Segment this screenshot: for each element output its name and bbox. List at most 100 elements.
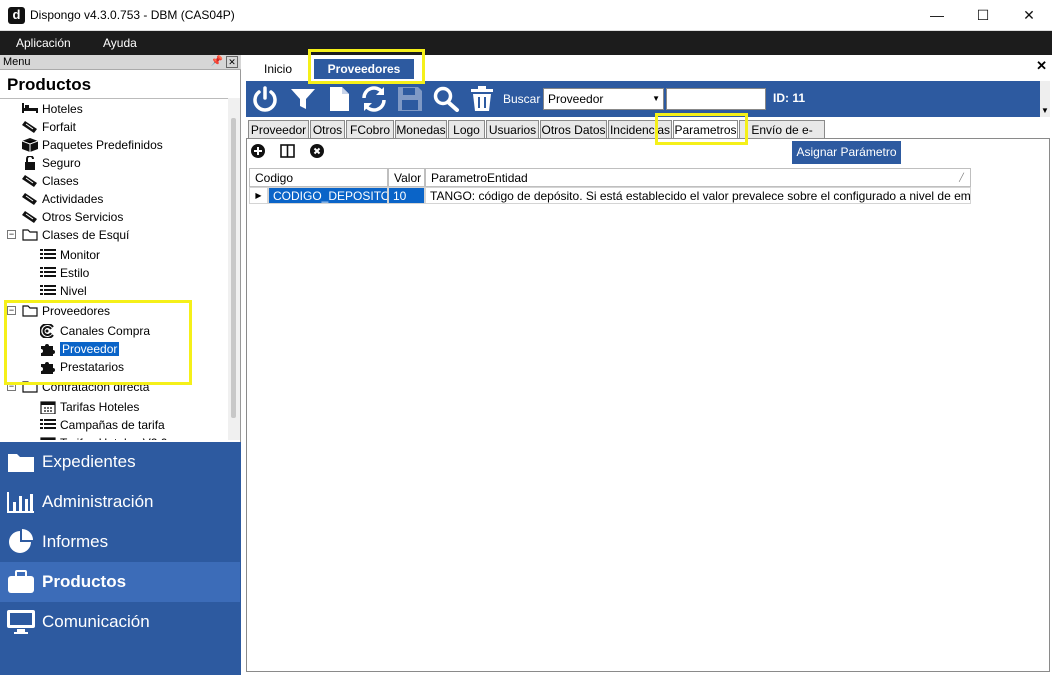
highlight-proveedores-tab [308, 49, 425, 84]
tree-item-label: Seguro [42, 156, 81, 170]
subtab-proveedor[interactable]: Proveedor [248, 120, 309, 139]
menu-ayuda[interactable]: Ayuda [103, 36, 137, 50]
calendar-icon [40, 400, 56, 415]
menubar: Aplicación Ayuda [0, 31, 1052, 55]
tree-item-label: Paquetes Predefinidos [42, 138, 163, 152]
nav-label: Productos [42, 572, 127, 591]
tree-item-campañas-de-tarifa[interactable]: Campañas de tarifa [40, 416, 165, 434]
lock-icon [22, 155, 38, 170]
delete-icon[interactable] [468, 86, 496, 112]
subtab-otros-datos[interactable]: Otros Datos [540, 120, 607, 139]
tree-item-nivel[interactable]: Nivel [40, 282, 87, 300]
tree-item-otros-servicios[interactable]: Otros Servicios [22, 208, 123, 226]
subtab-monedas[interactable]: Monedas [395, 120, 447, 139]
cell-codigo[interactable]: CODIGO_DEPOSITO [268, 187, 388, 204]
tree-item-estilo[interactable]: Estilo [40, 264, 89, 282]
tree-item-seguro[interactable]: Seguro [22, 154, 81, 172]
subtab-logo[interactable]: Logo [448, 120, 485, 139]
refresh-icon[interactable] [360, 86, 388, 112]
power-icon[interactable] [251, 86, 279, 112]
list-icon [40, 266, 56, 280]
tree-item-label: Actividades [42, 192, 104, 206]
module-nav: Expedientes Administración Informes Prod… [0, 442, 241, 675]
new-document-icon[interactable] [325, 86, 353, 112]
collapse-icon[interactable]: − [7, 230, 16, 239]
nav-label: Comunicación [42, 612, 150, 631]
window-title: Dispongo v4.3.0.753 - DBM (CAS04P) [30, 8, 235, 22]
bed-icon [22, 102, 38, 116]
row-indicator-icon[interactable]: ▶ [249, 187, 268, 204]
subtab-fcobro[interactable]: FCobro [346, 120, 394, 139]
tree-item-paquetes-predefinidos[interactable]: Paquetes Predefinidos [21, 136, 163, 154]
column-header-label: ParametroEntidad [431, 171, 528, 185]
close-panel-icon[interactable]: ✕ [226, 56, 238, 68]
columns-icon[interactable] [280, 144, 296, 160]
folder-icon [5, 449, 37, 475]
cell-parametro[interactable]: TANGO: código de depósito. Si está estab… [425, 187, 971, 204]
save-icon[interactable] [396, 86, 424, 112]
main-panel: Inicio Proveedores ✕ Buscar Proveedor ▼ [242, 55, 1052, 675]
tree-item-tarifas-hoteles[interactable]: Tarifas Hoteles [40, 398, 139, 416]
tree-item-hoteles[interactable]: Hoteles [22, 100, 83, 118]
parametros-panel: Asignar Parámetro Codigo Valor Parametro… [246, 138, 1050, 672]
menu-aplicacion[interactable]: Aplicación [16, 36, 71, 50]
nav-informes[interactable]: Informes [0, 522, 240, 562]
tree-item-label: Campañas de tarifa [60, 418, 165, 432]
search-field-select[interactable]: Proveedor ▼ [543, 88, 664, 110]
subtab-otros[interactable]: Otros [310, 120, 345, 139]
tree-item-clases-de-esquí[interactable]: − Clases de Esquí [7, 226, 129, 244]
filter-icon[interactable] [289, 86, 317, 112]
parameters-grid: Codigo Valor ParametroEntidad ╱ ▶ CODIGO… [249, 168, 973, 208]
nav-label: Administración [42, 492, 154, 511]
record-toolbar: Buscar Proveedor ▼ ID: 11 [246, 81, 1040, 117]
calendar-icon [40, 436, 56, 440]
window-titlebar: d Dispongo v4.3.0.753 - DBM (CAS04P) — ☐… [0, 0, 1052, 31]
remove-icon[interactable] [310, 144, 326, 160]
tree-scroll-thumb[interactable] [231, 118, 236, 418]
nav-productos[interactable]: Productos [0, 562, 240, 602]
monitor-icon [5, 609, 37, 635]
tree-item-clases[interactable]: Clases [22, 172, 79, 190]
highlight-parametros-tab [655, 113, 748, 145]
pie-chart-icon [5, 529, 37, 555]
list-icon [40, 248, 56, 262]
tree-item-label: Estilo [60, 266, 90, 280]
app-logo-icon: d [8, 7, 25, 24]
tree-item-monitor[interactable]: Monitor [40, 246, 100, 264]
tree-item-label: Forfait [42, 120, 77, 134]
chevron-down-icon: ▼ [652, 94, 660, 103]
close-window-button[interactable]: ✕ [1006, 0, 1052, 31]
menu-panel-header: Menu 📌 ✕ [0, 55, 241, 70]
column-header-valor[interactable]: Valor [388, 168, 425, 187]
minimize-button[interactable]: — [914, 0, 960, 31]
nav-label: Expedientes [42, 452, 136, 471]
cell-valor[interactable]: 10 [388, 187, 425, 204]
close-tab-icon[interactable]: ✕ [1036, 58, 1047, 74]
column-header-codigo[interactable]: Codigo [249, 168, 388, 187]
briefcase-icon [5, 569, 37, 595]
tree-item-forfait[interactable]: Forfait [22, 118, 76, 136]
pin-icon[interactable]: 📌 [211, 56, 223, 67]
maximize-button[interactable]: ☐ [960, 0, 1006, 31]
tab-inicio[interactable]: Inicio [256, 59, 300, 79]
tree-item-label: Otros Servicios [42, 210, 124, 224]
search-input[interactable] [666, 88, 766, 110]
subtab-envio-emails[interactable]: Envío de e-mails [739, 120, 825, 155]
tree-scrollbar[interactable] [228, 98, 240, 440]
assign-parameter-button[interactable]: Asignar Parámetro [792, 141, 901, 164]
tree-item-actividades[interactable]: Actividades [22, 190, 103, 208]
grid-toolbar: Asignar Parámetro [247, 139, 1049, 165]
nav-expedientes[interactable]: Expedientes [0, 442, 240, 482]
column-header-parametro[interactable]: ParametroEntidad ╱ [425, 168, 971, 187]
tree-item-label: Hoteles [42, 102, 83, 116]
add-icon[interactable] [251, 144, 267, 160]
toolbar-scroll-down-icon[interactable]: ▼ [1040, 81, 1050, 117]
search-icon[interactable] [432, 86, 460, 112]
ticket-icon [22, 120, 38, 134]
bar-chart-icon [5, 489, 37, 515]
ticket-icon [22, 210, 38, 224]
nav-administracion[interactable]: Administración [0, 482, 240, 522]
subtab-usuarios[interactable]: Usuarios [486, 120, 539, 139]
tree-item-tarifas-hoteles-v2-0[interactable]: Tarifas Hoteles V2.0 [40, 434, 167, 440]
nav-comunicacion[interactable]: Comunicación [0, 602, 240, 642]
